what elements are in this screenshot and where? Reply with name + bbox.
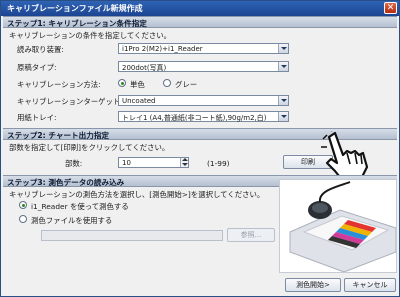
start-measure-button[interactable]: 測色開始> — [285, 278, 341, 292]
copies-stepper[interactable]: 10 — [118, 157, 189, 168]
step2-instruction: 部数を指定して[印刷]をクリックしてください。 — [9, 143, 170, 152]
copies-range: (1-99) — [207, 159, 230, 168]
step3-title: ステップ3: 測色データの読み込み — [7, 178, 125, 187]
method-single-radio[interactable] — [118, 79, 126, 87]
i1-reader-illustration — [280, 180, 396, 272]
method-gray-label: グレー — [175, 80, 198, 89]
media-select[interactable]: 200dot(写真) — [118, 61, 289, 72]
tray-value: トレイ1 (A4,普通紙(非コート紙),90g/m2,白) — [122, 114, 267, 122]
method-label: キャリブレーション方法: — [17, 80, 101, 89]
step2-title: ステップ2: チャート出力指定 — [7, 131, 110, 140]
file-path-input[interactable] — [41, 230, 223, 241]
stepper-arrows-icon[interactable] — [180, 158, 188, 167]
step1-header: ステップ1: キャリブレーション条件指定 — [3, 16, 397, 28]
media-label: 原稿タイプ: — [17, 63, 57, 72]
title-bar: キャリブレーションファイル新規作成 ✕ — [1, 1, 399, 16]
close-button[interactable]: ✕ — [384, 2, 397, 14]
cancel-button[interactable]: キャンセル — [344, 278, 396, 292]
copies-label: 部数: — [65, 159, 83, 168]
target-select[interactable]: Uncoated — [118, 95, 289, 106]
chevron-down-icon — [278, 44, 288, 53]
device-value: i1Pro 2(M2)+i1_Reader — [122, 45, 203, 53]
reader-option-label: i1_Reader を使って測色する — [31, 202, 129, 211]
target-label: キャリブレーションターゲット: — [17, 97, 123, 106]
browse-button[interactable]: 参照... — [227, 228, 275, 242]
chevron-down-icon — [278, 62, 288, 71]
step3-instruction: キャリブレーションの測色方法を選択し、[測色開始>]を選択してください。 — [9, 190, 265, 199]
reader-radio[interactable] — [19, 201, 27, 209]
tray-label: 用紙トレイ: — [17, 113, 57, 122]
method-gray-radio[interactable] — [163, 79, 171, 87]
chevron-down-icon — [278, 112, 288, 121]
copies-value: 10 — [122, 159, 131, 167]
device-illustration — [279, 179, 397, 273]
tray-select[interactable]: トレイ1 (A4,普通紙(非コート紙),90g/m2,白) — [118, 111, 289, 122]
device-select[interactable]: i1Pro 2(M2)+i1_Reader — [118, 43, 289, 54]
target-value: Uncoated — [122, 97, 156, 105]
chevron-down-icon — [278, 96, 288, 105]
step1-title: ステップ1: キャリブレーション条件指定 — [7, 19, 147, 28]
step1-instruction: キャリブレーションの条件を指定してください。 — [9, 31, 172, 40]
file-option-label: 測色ファイルを使用する — [31, 216, 113, 225]
method-single-label: 単色 — [130, 80, 145, 89]
calibration-dialog: キャリブレーションファイル新規作成 ✕ ステップ1: キャリブレーション条件指定… — [0, 0, 400, 297]
device-label: 読み取り装置: — [17, 45, 64, 54]
file-radio[interactable] — [19, 215, 27, 223]
media-value: 200dot(写真) — [122, 64, 167, 72]
window-title: キャリブレーションファイル新規作成 — [7, 4, 143, 13]
